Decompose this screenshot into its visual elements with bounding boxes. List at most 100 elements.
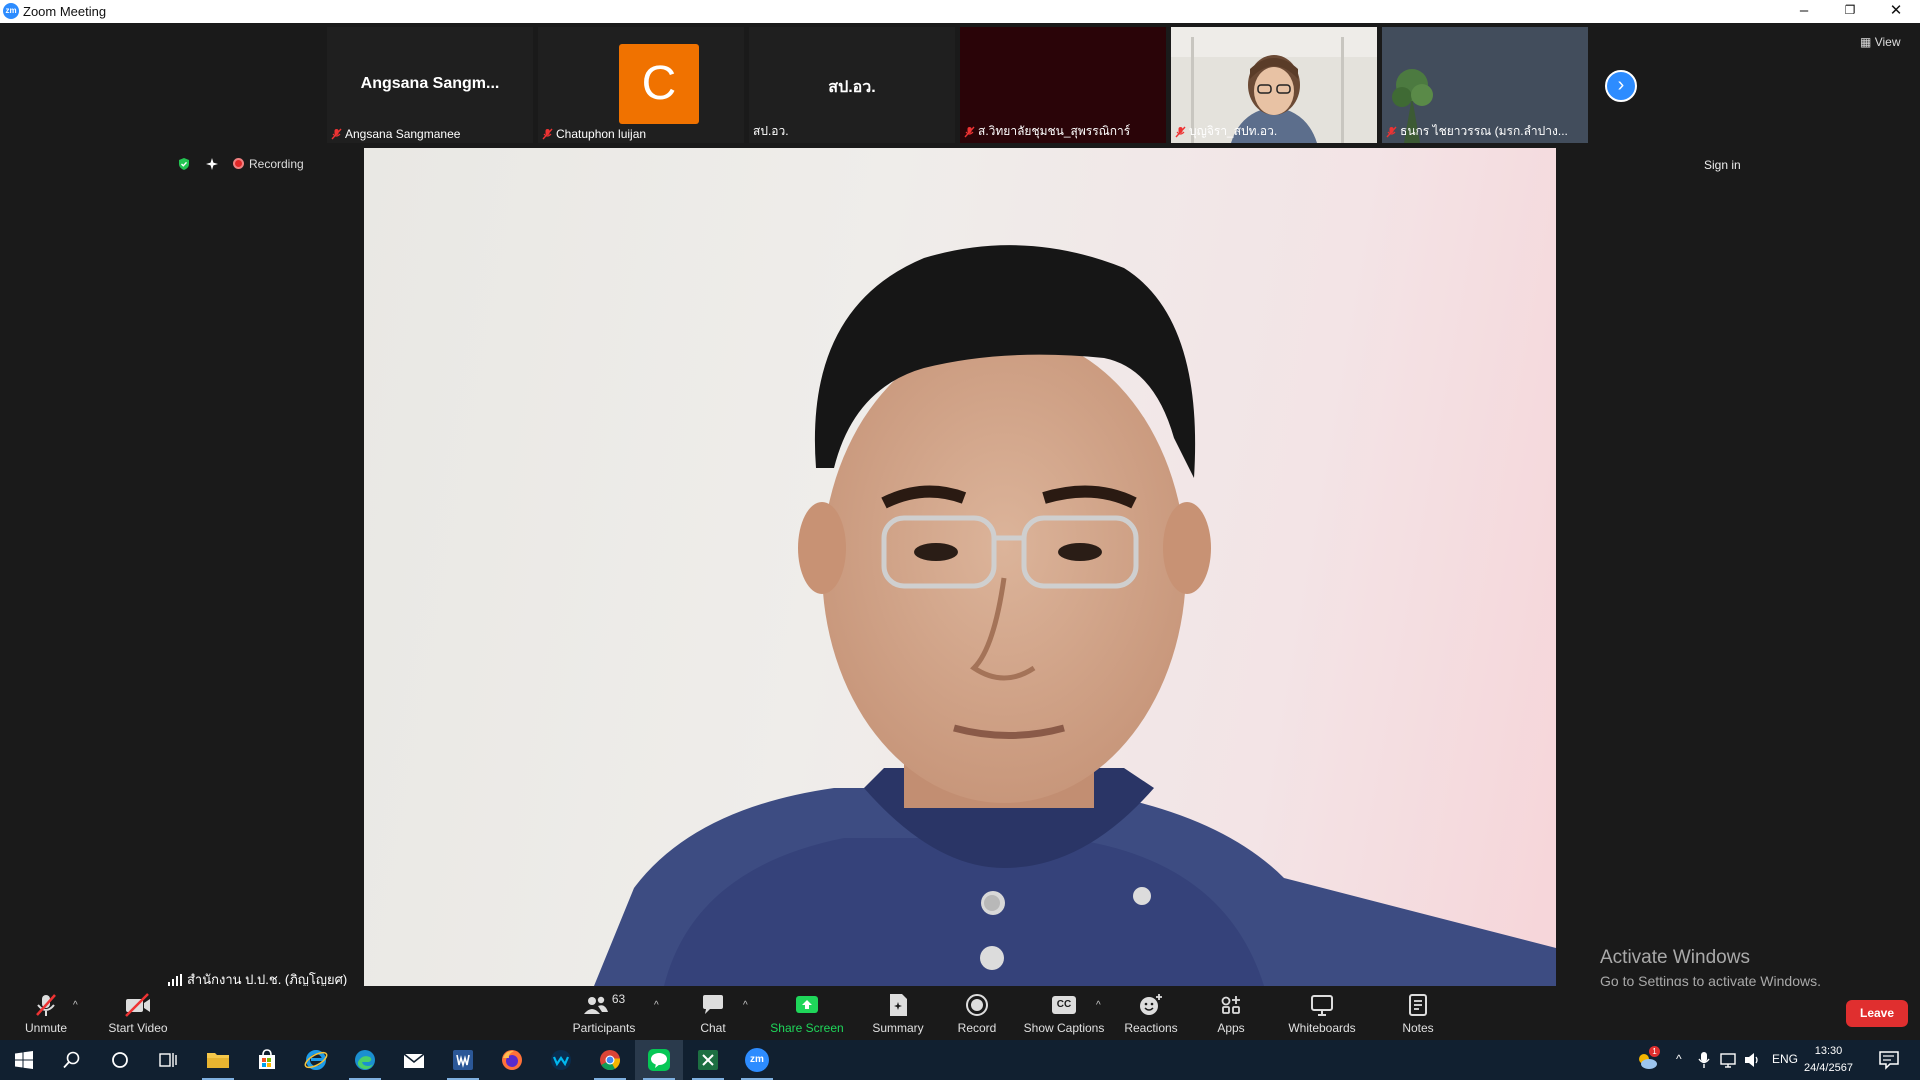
start-video-label: Start Video	[108, 1021, 168, 1035]
encryption-shield-icon[interactable]	[177, 157, 191, 171]
taskbar-chrome[interactable]	[586, 1040, 634, 1080]
video-off-icon	[125, 993, 150, 1017]
close-button[interactable]: ✕	[1873, 0, 1919, 23]
start-video-button[interactable]: Start Video	[103, 986, 173, 1040]
firefox-icon	[502, 1050, 522, 1070]
taskbar-internet-explorer[interactable]	[292, 1040, 340, 1080]
show-captions-label: Show Captions	[1023, 1021, 1105, 1035]
chevron-right-icon: ›	[1617, 74, 1625, 96]
excel-icon	[698, 1050, 718, 1070]
next-page-button[interactable]: ›	[1605, 70, 1637, 102]
view-button[interactable]: ▦ View	[1860, 35, 1900, 49]
taskbar-mail[interactable]	[390, 1040, 438, 1080]
connection-signal-icon	[168, 973, 182, 986]
start-button[interactable]	[0, 1040, 48, 1080]
share-screen-button[interactable]: Share Screen	[765, 986, 849, 1040]
participant-name-display: Angsana Sangm...	[360, 75, 500, 92]
participant-thumbnail[interactable]: ส.วิทยาลัยชุมชน_สุพรรณิการ์	[960, 27, 1166, 143]
chrome-icon	[600, 1050, 621, 1071]
audio-options-chevron-icon[interactable]: ^	[73, 1000, 78, 1011]
notification-center-icon	[1879, 1051, 1899, 1070]
minimize-button[interactable]: –	[1781, 0, 1827, 23]
taskbar-excel[interactable]	[684, 1040, 732, 1080]
captions-options-chevron-icon[interactable]: ^	[1096, 1000, 1101, 1011]
chevron-up-icon: ^	[1676, 1052, 1682, 1066]
action-center-button[interactable]	[1878, 1050, 1900, 1075]
record-button[interactable]: Record	[952, 986, 1002, 1040]
participants-count: 63	[611, 992, 626, 1006]
participant-label-text: สป.อว.	[753, 124, 789, 138]
meeting-toolbar: Unmute ^ Start Video 63 Participants ^ C…	[0, 986, 1920, 1040]
participant-label-text: บุญจิรา_สปท.อว.	[1189, 124, 1278, 138]
recording-label: Recording	[249, 157, 304, 171]
participant-thumbnail[interactable]: C Chatuphon luijan	[538, 27, 744, 143]
whiteboards-button[interactable]: Whiteboards	[1281, 986, 1363, 1040]
show-captions-button[interactable]: CC Show Captions	[1021, 986, 1107, 1040]
unmute-label: Unmute	[24, 1021, 68, 1035]
taskbar-clock[interactable]: 13:30 24/4/2567	[1804, 1043, 1853, 1077]
line-chat-icon	[648, 1049, 670, 1071]
edge-browser-icon	[355, 1050, 375, 1070]
cortana-button[interactable]	[96, 1040, 144, 1080]
participants-label: Participants	[572, 1021, 636, 1035]
notes-icon	[1409, 994, 1427, 1016]
clock-date: 24/4/2567	[1804, 1062, 1853, 1074]
reactions-button[interactable]: Reactions	[1123, 986, 1179, 1040]
taskbar-word[interactable]	[439, 1040, 487, 1080]
participant-thumbnail[interactable]: บุญจิรา_สปท.อว.	[1171, 27, 1377, 143]
sign-in-button[interactable]: Sign in	[1704, 158, 1741, 172]
search-button[interactable]	[48, 1040, 96, 1080]
chat-label: Chat	[700, 1021, 726, 1035]
mic-muted-icon	[331, 128, 342, 140]
chat-icon	[703, 995, 723, 1014]
participant-label: Chatuphon luijan	[542, 127, 646, 141]
task-view-icon	[159, 1053, 177, 1067]
grid-view-icon: ▦	[1860, 35, 1872, 49]
taskbar-line[interactable]	[635, 1040, 683, 1080]
participant-thumbnail[interactable]: Angsana Sangm... Angsana Sangmanee	[327, 27, 533, 143]
window-titlebar: zm Zoom Meeting – ❐ ✕	[0, 0, 1920, 24]
participants-options-chevron-icon[interactable]: ^	[654, 1000, 659, 1011]
participant-label: บุญจิรา_สปท.อว.	[1175, 122, 1277, 141]
participant-label-text: Angsana Sangmanee	[345, 127, 461, 141]
apps-label: Apps	[1217, 1021, 1245, 1035]
chat-button[interactable]: Chat	[688, 986, 738, 1040]
search-icon	[63, 1051, 80, 1069]
taskbar-zoom[interactable]: zm	[733, 1040, 781, 1080]
windows-taskbar: zm 1 ^ ENG 13:30 24/4/2567	[0, 1040, 1920, 1080]
task-view-button[interactable]	[144, 1040, 192, 1080]
input-language-indicator[interactable]: ENG	[1772, 1052, 1798, 1066]
participant-label: ส.วิทยาลัยชุมชน_สุพรรณิการ์	[964, 122, 1130, 141]
participant-thumbnail[interactable]: สป.อว. สป.อว.	[749, 27, 955, 143]
taskbar-webex[interactable]	[537, 1040, 585, 1080]
summary-icon	[890, 994, 907, 1016]
cortana-circle-icon	[112, 1052, 128, 1068]
reactions-smiley-icon	[1140, 994, 1162, 1015]
apps-button[interactable]: Apps	[1211, 986, 1251, 1040]
unmute-button[interactable]: Unmute	[16, 986, 76, 1040]
reactions-label: Reactions	[1124, 1021, 1178, 1035]
notification-badge: 1	[1649, 1046, 1660, 1057]
participants-button[interactable]: 63 Participants	[566, 986, 642, 1040]
recording-indicator[interactable]: Recording	[233, 157, 304, 171]
record-label: Record	[957, 1021, 997, 1035]
chat-options-chevron-icon[interactable]: ^	[743, 1000, 748, 1011]
participant-thumbnail[interactable]: ธนกร ไชยาวรรณ (มรก.ลำปาง...	[1382, 27, 1588, 143]
summary-label: Summary	[872, 1021, 924, 1035]
summary-button[interactable]: Summary	[866, 986, 930, 1040]
sparkle-ai-icon[interactable]	[205, 157, 219, 171]
show-hidden-icons-button[interactable]: ^	[1676, 1052, 1682, 1066]
recording-dot-icon	[233, 158, 244, 169]
tray-weather[interactable]: 1	[1635, 1046, 1660, 1077]
taskbar-edge[interactable]	[341, 1040, 389, 1080]
taskbar-file-explorer[interactable]	[194, 1040, 242, 1080]
taskbar-store[interactable]	[243, 1040, 291, 1080]
taskbar-firefox[interactable]	[488, 1040, 536, 1080]
tray-microphone[interactable]	[1698, 1051, 1710, 1074]
tray-network[interactable]	[1720, 1051, 1738, 1074]
notes-button[interactable]: Notes	[1396, 986, 1440, 1040]
tray-volume[interactable]	[1744, 1051, 1762, 1074]
leave-button[interactable]: Leave	[1846, 1000, 1908, 1027]
restore-button[interactable]: ❐	[1827, 0, 1873, 23]
participant-name-display: สป.อว.	[828, 79, 876, 96]
